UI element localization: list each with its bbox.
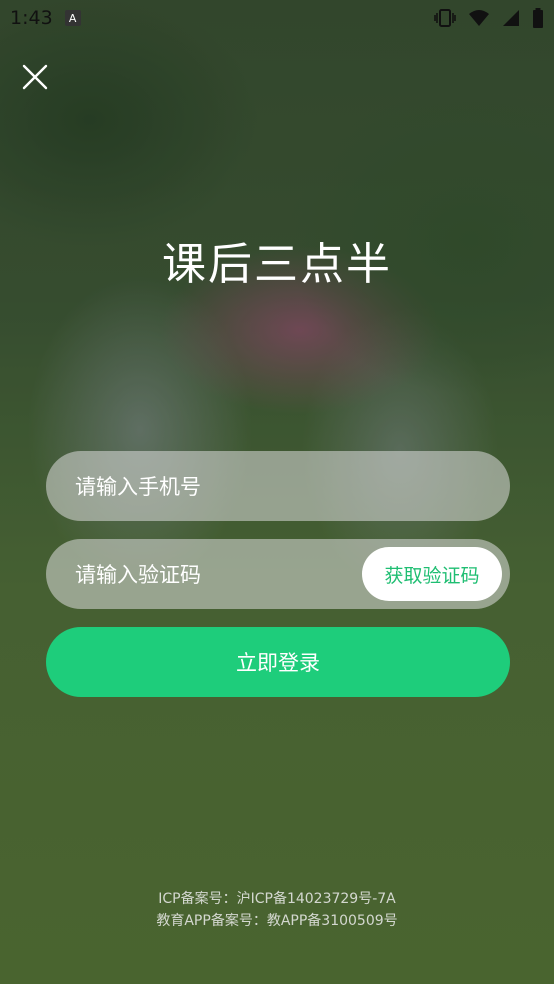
app-title: 课后三点半: [162, 239, 392, 290]
footer: ICP备案号：沪ICP备14023729号-7A 教育APP备案号：教APP备3…: [0, 888, 554, 932]
signal-icon: [503, 10, 519, 26]
get-code-button[interactable]: 获取验证码: [362, 547, 502, 601]
a-icon: A: [64, 10, 81, 26]
status-time: 1:43: [10, 7, 53, 29]
phone-field[interactable]: [46, 451, 510, 523]
icp-record: ICP备案号：沪ICP备14023729号-7A: [158, 891, 396, 907]
verification-code-input[interactable]: [73, 539, 357, 611]
phone-input[interactable]: [73, 451, 357, 523]
vibrate-icon: [434, 9, 456, 27]
battery-icon: [533, 8, 543, 28]
wifi-icon: [469, 10, 489, 26]
status-bar: 1:43 A: [0, 0, 554, 36]
app-record: 教育APP备案号：教APP备3100509号: [156, 913, 398, 929]
login-button[interactable]: 立即登录: [46, 627, 510, 697]
close-icon[interactable]: [20, 62, 50, 92]
code-field[interactable]: 获取验证码: [46, 539, 510, 611]
